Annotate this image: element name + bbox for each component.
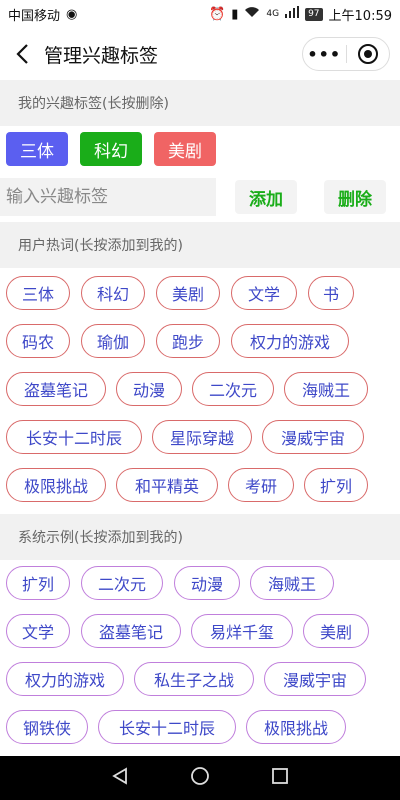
back-arrow-icon[interactable] [0,28,44,80]
hot-word-tag[interactable]: 考研 [228,468,294,502]
close-miniprogram-button[interactable] [346,44,389,64]
example-tag[interactable]: 海贼王 [250,566,334,600]
add-button[interactable]: 添加 [235,180,297,214]
example-tag[interactable]: 钢铁侠 [6,710,88,744]
hot-word-tag[interactable]: 扩列 [304,468,368,502]
hot-word-tag[interactable]: 盗墓笔记 [6,372,106,406]
example-tag[interactable]: 美剧 [303,614,369,648]
network-type-label: 4G [266,9,280,19]
battery-icon: 97 [305,7,323,21]
example-tag[interactable]: 私生子之战 [134,662,254,696]
alarm-icon: ⏰ [209,6,226,22]
miniprogram-capsule: ••• [302,37,390,71]
hot-word-tag[interactable]: 长安十二时辰 [6,420,142,454]
nav-bar: 管理兴趣标签 ••• [0,28,400,80]
hot-word-tag[interactable]: 跑步 [156,324,220,358]
target-icon [357,44,378,64]
example-tag[interactable]: 二次元 [81,566,163,600]
hot-word-tag[interactable]: 和平精英 [116,468,218,502]
example-tag[interactable]: 文学 [6,614,70,648]
wifi-icon [244,6,260,22]
example-tag[interactable]: 动漫 [174,566,240,600]
example-tag[interactable]: 极限挑战 [246,710,346,744]
hot-word-tag[interactable]: 海贼王 [284,372,368,406]
hot-word-tag[interactable]: 极限挑战 [6,468,106,502]
example-tag[interactable]: 权力的游戏 [6,662,124,696]
vibrate-icon: ▮ [231,6,239,22]
hot-word-tag[interactable]: 三体 [6,276,70,310]
more-menu-button[interactable]: ••• [303,45,346,64]
hot-word-tag[interactable]: 书 [308,276,354,310]
signal-icon [285,6,300,22]
back-triangle-icon[interactable] [111,767,129,789]
page-title: 管理兴趣标签 [44,44,159,67]
delete-button[interactable]: 删除 [324,180,386,214]
hot-word-tag[interactable]: 星际穿越 [152,420,252,454]
my-tag[interactable]: 科幻 [80,132,142,166]
system-examples-list: 扩列 二次元 动漫 海贼王 文学 盗墓笔记 易烊千玺 美剧 权力的游戏 私生子之… [0,560,400,756]
my-tag[interactable]: 美剧 [154,132,216,166]
hot-word-tag[interactable]: 权力的游戏 [231,324,349,358]
carrier-label: 中国移动 [8,8,61,24]
system-examples-header: 系统示例(长按添加到我的) [0,514,400,560]
example-tag[interactable]: 盗墓笔记 [81,614,181,648]
tag-input[interactable] [0,178,216,216]
hot-words-list: 三体 科幻 美剧 文学 书 码农 瑜伽 跑步 权力的游戏 盗墓笔记 动漫 二次元… [0,268,400,514]
recents-square-icon[interactable] [271,767,289,789]
my-tags-header: 我的兴趣标签(长按删除) [0,80,400,126]
example-tag[interactable]: 长安十二时辰 [98,710,236,744]
home-circle-icon[interactable] [190,766,210,790]
hot-word-tag[interactable]: 码农 [6,324,70,358]
hot-word-tag[interactable]: 美剧 [156,276,220,310]
my-tag[interactable]: 三体 [6,132,68,166]
wechat-status-icon: ◉ [66,6,78,22]
my-tags-list: 三体 科幻 美剧 [0,126,400,172]
add-tag-row: 添加 删除 [0,172,400,222]
hot-word-tag[interactable]: 漫威宇宙 [262,420,364,454]
hot-word-tag[interactable]: 二次元 [192,372,274,406]
clock-label: 上午10:59 [328,8,392,24]
hot-word-tag[interactable]: 动漫 [116,372,182,406]
hot-word-tag[interactable]: 科幻 [81,276,145,310]
example-tag[interactable]: 扩列 [6,566,70,600]
example-tag[interactable]: 漫威宇宙 [264,662,366,696]
hot-word-tag[interactable]: 瑜伽 [81,324,145,358]
status-bar: 中国移动 ◉ ⏰ ▮ 4G 97 上午10:59 [0,0,400,28]
hot-word-tag[interactable]: 文学 [231,276,297,310]
example-tag[interactable]: 易烊千玺 [191,614,293,648]
system-navigation-bar [0,756,400,800]
hot-words-header: 用户热词(长按添加到我的) [0,222,400,268]
